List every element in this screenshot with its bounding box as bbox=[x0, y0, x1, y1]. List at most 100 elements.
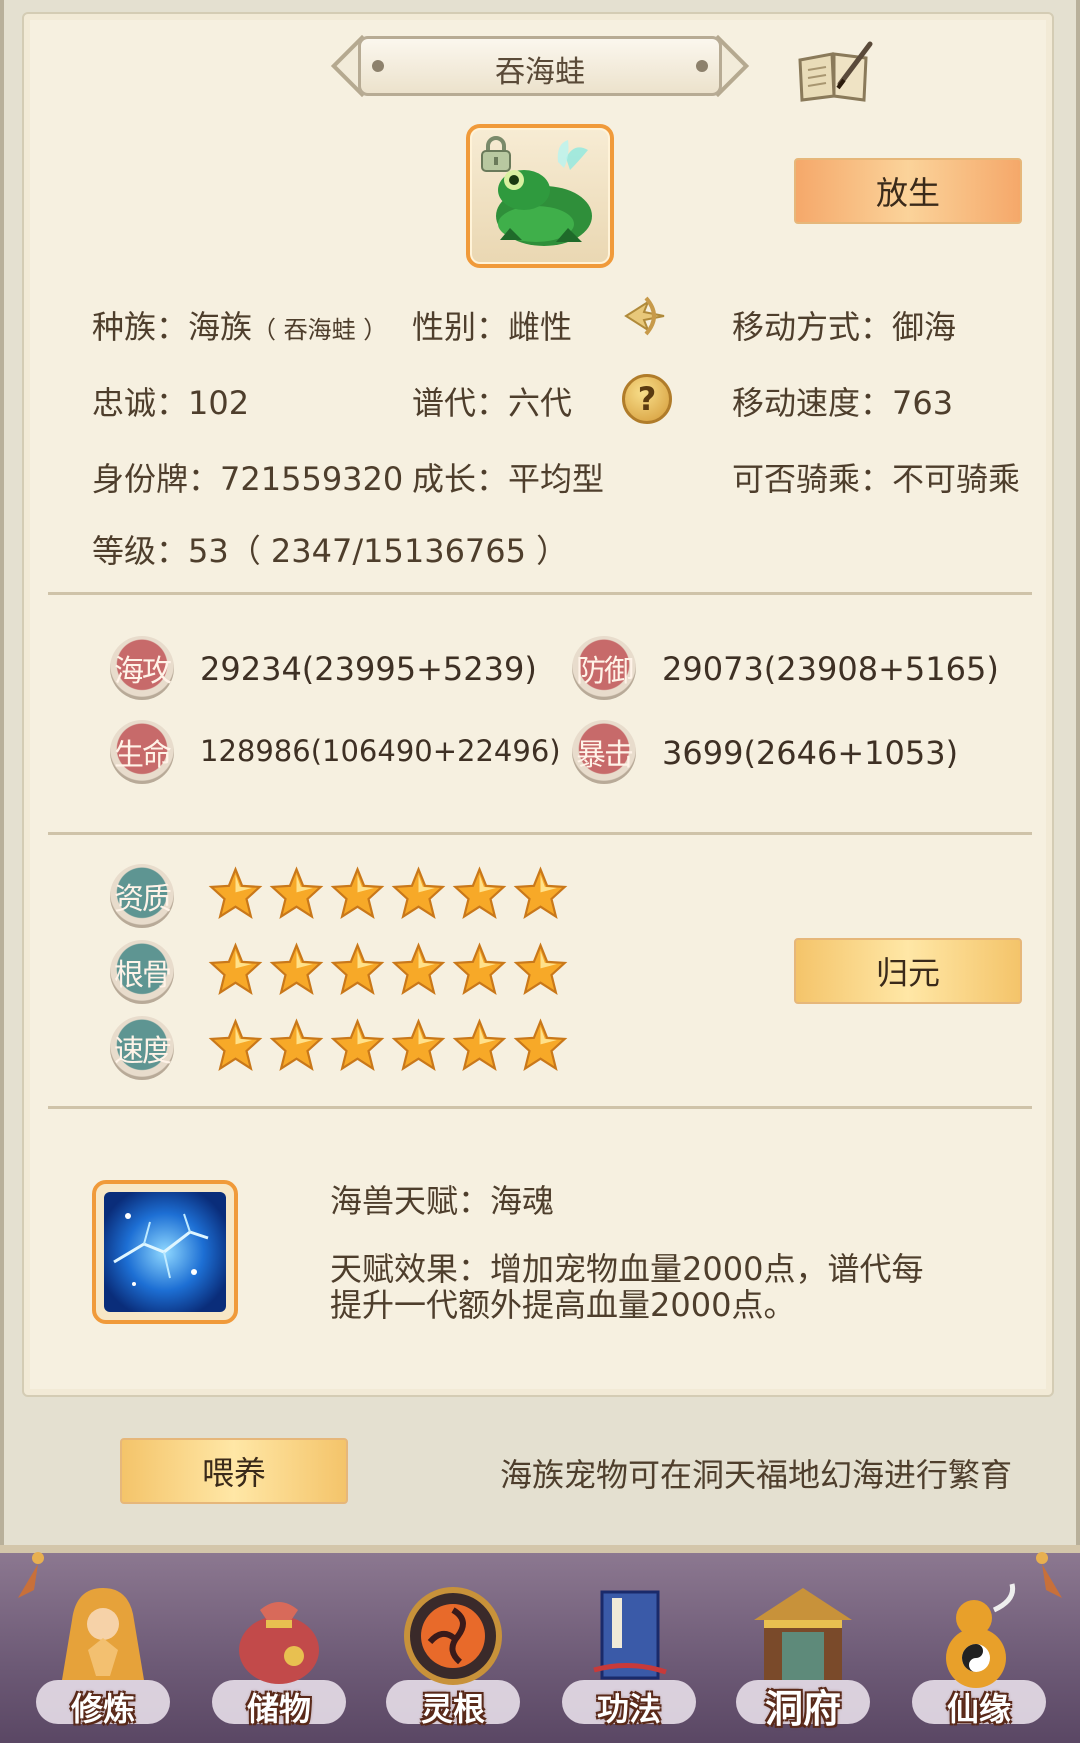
stat-badge-defense: 防御 bbox=[572, 636, 636, 700]
nav-label: 修炼 bbox=[70, 1690, 135, 1728]
growth-value: 平均型 bbox=[508, 460, 605, 498]
feed-button[interactable]: 喂养 bbox=[120, 1438, 348, 1504]
aptitude-badge-bone: 根骨 bbox=[110, 940, 174, 1004]
star-icon bbox=[330, 1018, 385, 1072]
nav-label: 储物 bbox=[246, 1690, 311, 1728]
monk-icon bbox=[62, 1588, 144, 1680]
race-sub-value: （ 吞海蛙 ） bbox=[252, 316, 388, 344]
talent-name-label: 海兽天赋： bbox=[330, 1182, 491, 1220]
nav-label: 灵根 bbox=[420, 1690, 485, 1728]
star-icon bbox=[208, 942, 263, 996]
level-row: 等级：53（ 2347/15136765 ） bbox=[92, 526, 568, 572]
help-icon[interactable]: ? bbox=[622, 374, 672, 424]
generation-label: 谱代： bbox=[412, 384, 509, 422]
level-value: 53 bbox=[188, 532, 229, 570]
growth-label: 成长： bbox=[412, 460, 509, 498]
star-icon bbox=[452, 942, 507, 996]
ride-label: 可否骑乘： bbox=[732, 460, 893, 498]
nav-cave-dwelling[interactable]: 洞府 bbox=[728, 1580, 878, 1740]
divider bbox=[48, 832, 1032, 835]
nav-cultivate[interactable]: 修炼 bbox=[28, 1580, 178, 1740]
star-rating bbox=[208, 1018, 568, 1078]
lock-icon[interactable] bbox=[476, 134, 516, 174]
arrow-right-icon[interactable] bbox=[620, 294, 668, 338]
star-icon bbox=[513, 1018, 568, 1072]
star-rating bbox=[208, 866, 568, 926]
return-origin-button[interactable]: 归元 bbox=[794, 938, 1022, 1004]
divider bbox=[48, 592, 1032, 595]
loyalty-label: 忠诚： bbox=[92, 384, 189, 422]
talent-name-row: 海兽天赋：海魂 bbox=[330, 1176, 554, 1222]
id-label: 身份牌： bbox=[92, 460, 221, 498]
nav-technique[interactable]: 功法 bbox=[554, 1580, 704, 1740]
move-speed-row: 移动速度：763 bbox=[732, 378, 953, 424]
book-quill-icon[interactable] bbox=[794, 40, 874, 104]
stat-value-sea-attack: 29234(23995+5239) bbox=[200, 650, 537, 688]
star-icon bbox=[208, 1018, 263, 1072]
nav-label: 仙缘 bbox=[946, 1690, 1011, 1728]
ride-value: 不可骑乘 bbox=[892, 460, 1021, 498]
generation-value: 六代 bbox=[508, 384, 573, 422]
stat-badge-crit: 暴击 bbox=[572, 720, 636, 784]
stat-value-life: 128986(106490+22496) bbox=[200, 734, 561, 768]
growth-row: 成长：平均型 bbox=[412, 454, 604, 500]
level-label: 等级： bbox=[92, 532, 189, 570]
move-mode-row: 移动方式：御海 bbox=[732, 302, 956, 348]
gender-value: 雌性 bbox=[508, 308, 573, 346]
star-icon bbox=[513, 942, 568, 996]
stat-badge-life: 生命 bbox=[110, 720, 174, 784]
race-row: 种族：海族（ 吞海蛙 ） bbox=[92, 302, 387, 348]
id-row: 身份牌：721559320 bbox=[92, 454, 403, 500]
nav-spirit-root[interactable]: 灵根 bbox=[378, 1580, 528, 1740]
sea-soul-icon bbox=[104, 1192, 226, 1312]
generation-row: 谱代：六代 bbox=[412, 378, 572, 424]
gender-label: 性别： bbox=[412, 308, 509, 346]
move-mode-label: 移动方式： bbox=[732, 308, 893, 346]
talent-effect-line2: 提升一代额外提高血量2000点。 bbox=[330, 1286, 796, 1324]
id-value: 721559320 bbox=[220, 460, 404, 498]
move-speed-value: 763 bbox=[892, 384, 954, 422]
move-speed-label: 移动速度： bbox=[732, 384, 893, 422]
star-icon bbox=[452, 1018, 507, 1072]
talent-skill-icon[interactable] bbox=[92, 1180, 238, 1324]
star-icon bbox=[513, 866, 568, 920]
star-icon bbox=[452, 866, 507, 920]
nav-immortal-fate[interactable]: 仙缘 bbox=[904, 1580, 1054, 1740]
aptitude-badge-quality: 资质 bbox=[110, 864, 174, 928]
level-exp: （ 2347/15136765 ） bbox=[228, 532, 569, 570]
gender-row: 性别：雌性 bbox=[412, 302, 572, 348]
star-rating bbox=[208, 942, 568, 1002]
move-mode-value: 御海 bbox=[892, 308, 957, 346]
star-icon bbox=[269, 942, 324, 996]
release-button[interactable]: 放生 bbox=[794, 158, 1022, 224]
star-icon bbox=[330, 866, 385, 920]
stat-value-defense: 29073(23908+5165) bbox=[662, 650, 999, 688]
gourd-icon bbox=[946, 1583, 1016, 1688]
star-icon bbox=[269, 1018, 324, 1072]
loyalty-value: 102 bbox=[188, 384, 250, 422]
star-icon bbox=[391, 942, 446, 996]
bag-icon bbox=[239, 1602, 319, 1684]
loyalty-row: 忠诚：102 bbox=[92, 378, 249, 424]
stat-badge-sea-attack: 海攻 bbox=[110, 636, 174, 700]
spiral-icon bbox=[404, 1587, 502, 1685]
race-label: 种族： bbox=[92, 308, 189, 346]
star-icon bbox=[208, 866, 263, 920]
nav-label: 功法 bbox=[596, 1690, 661, 1728]
nav-top-border bbox=[0, 1545, 1080, 1553]
stat-value-crit: 3699(2646+1053) bbox=[662, 734, 959, 772]
star-icon bbox=[330, 942, 385, 996]
star-icon bbox=[391, 1018, 446, 1072]
star-icon bbox=[269, 866, 324, 920]
nav-label: 洞府 bbox=[764, 1687, 841, 1731]
breeding-note: 海族宠物可在洞天福地幻海进行繁育 bbox=[500, 1456, 1013, 1494]
ride-row: 可否骑乘：不可骑乘 bbox=[732, 454, 1020, 500]
race-value: 海族 bbox=[188, 308, 253, 346]
title-plate: 吞海蛙 bbox=[330, 30, 750, 102]
divider bbox=[48, 1106, 1032, 1109]
nav-storage[interactable]: 储物 bbox=[204, 1580, 354, 1740]
aptitude-badge-speed: 速度 bbox=[110, 1016, 174, 1080]
talent-name-value: 海魂 bbox=[490, 1182, 555, 1220]
star-icon bbox=[391, 866, 446, 920]
pet-title: 吞海蛙 bbox=[495, 55, 585, 90]
